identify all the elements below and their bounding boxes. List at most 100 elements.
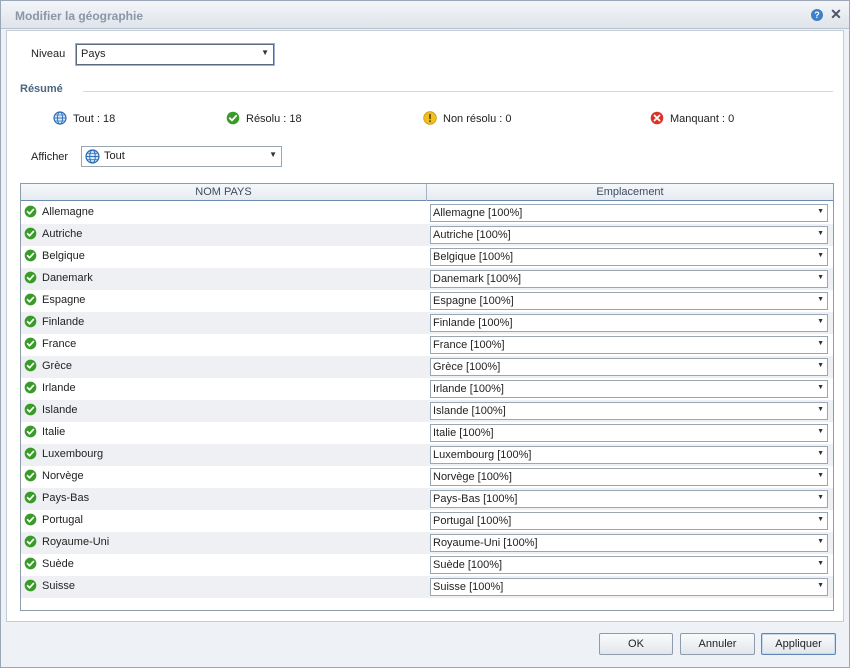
afficher-select[interactable]: Tout ▼ [81, 146, 282, 167]
check-icon [24, 469, 37, 482]
countries-grid: NOM PAYS Emplacement Allemagne Allemagne … [20, 183, 834, 611]
location-select[interactable]: Espagne [100%] ▼ [430, 292, 828, 310]
table-row[interactable]: Allemagne Allemagne [100%] ▼ [21, 202, 833, 224]
chevron-down-icon: ▼ [269, 150, 277, 159]
location-select[interactable]: Pays-Bas [100%] ▼ [430, 490, 828, 508]
globe-icon [85, 149, 100, 164]
table-row[interactable]: France France [100%] ▼ [21, 334, 833, 356]
check-icon [24, 359, 37, 372]
location-select[interactable]: Allemagne [100%] ▼ [430, 204, 828, 222]
globe-icon [53, 111, 67, 125]
table-row[interactable]: Islande Islande [100%] ▼ [21, 400, 833, 422]
check-icon [24, 249, 37, 262]
country-name: Italie [42, 426, 66, 438]
check-icon [24, 557, 37, 570]
niveau-label: Niveau [31, 48, 66, 60]
chevron-down-icon: ▼ [817, 450, 824, 457]
table-row[interactable]: Irlande Irlande [100%] ▼ [21, 378, 833, 400]
chevron-down-icon: ▼ [817, 318, 824, 325]
location-select[interactable]: Royaume-Uni [100%] ▼ [430, 534, 828, 552]
location-value: Royaume-Uni [100%] [433, 537, 538, 549]
cancel-button[interactable]: Annuler [680, 633, 755, 655]
table-row[interactable]: Danemark Danemark [100%] ▼ [21, 268, 833, 290]
table-row[interactable]: Finlande Finlande [100%] ▼ [21, 312, 833, 334]
table-row[interactable]: Luxembourg Luxembourg [100%] ▼ [21, 444, 833, 466]
location-value: Finlande [100%] [433, 317, 513, 329]
column-header-country-name[interactable]: NOM PAYS [21, 186, 426, 198]
country-name: Espagne [42, 294, 86, 306]
niveau-select[interactable]: Pays ▼ [76, 44, 274, 65]
close-icon[interactable]: ✕ [829, 6, 843, 22]
help-icon[interactable]: ? [811, 9, 823, 21]
summary-resolved: Résolu : 18 [226, 111, 346, 127]
table-row[interactable]: Grèce Grèce [100%] ▼ [21, 356, 833, 378]
location-select[interactable]: Autriche [100%] ▼ [430, 226, 828, 244]
column-header-location[interactable]: Emplacement [427, 186, 833, 198]
chevron-down-icon: ▼ [817, 230, 824, 237]
table-row[interactable]: Suède Suède [100%] ▼ [21, 554, 833, 576]
table-row[interactable]: Portugal Portugal [100%] ▼ [21, 510, 833, 532]
chevron-down-icon: ▼ [817, 406, 824, 413]
check-icon [24, 491, 37, 504]
check-icon [24, 315, 37, 328]
table-row[interactable]: Pays-Bas Pays-Bas [100%] ▼ [21, 488, 833, 510]
location-select[interactable]: Italie [100%] ▼ [430, 424, 828, 442]
summary-divider [83, 91, 833, 92]
location-select[interactable]: Grèce [100%] ▼ [430, 358, 828, 376]
location-select[interactable]: Belgique [100%] ▼ [430, 248, 828, 266]
error-icon [650, 111, 664, 125]
table-row[interactable]: Autriche Autriche [100%] ▼ [21, 224, 833, 246]
chevron-down-icon: ▼ [817, 296, 824, 303]
country-name: Royaume-Uni [42, 536, 110, 548]
location-select[interactable]: Irlande [100%] ▼ [430, 380, 828, 398]
afficher-value: Tout [104, 150, 125, 162]
chevron-down-icon: ▼ [817, 516, 824, 523]
country-name: France [42, 338, 77, 350]
location-value: Luxembourg [100%] [433, 449, 532, 461]
country-name: Portugal [42, 514, 83, 526]
table-row[interactable]: Espagne Espagne [100%] ▼ [21, 290, 833, 312]
table-row[interactable]: Royaume-Uni Royaume-Uni [100%] ▼ [21, 532, 833, 554]
dialog-title: Modifier la géographie [15, 9, 144, 23]
location-select[interactable]: Finlande [100%] ▼ [430, 314, 828, 332]
location-select[interactable]: France [100%] ▼ [430, 336, 828, 354]
location-select[interactable]: Luxembourg [100%] ▼ [430, 446, 828, 464]
check-icon [24, 425, 37, 438]
summary-all: Tout : 18 [53, 111, 173, 127]
country-name: Norvège [42, 470, 84, 482]
location-value: Norvège [100%] [433, 471, 512, 483]
location-select[interactable]: Danemark [100%] ▼ [430, 270, 828, 288]
check-icon [24, 337, 37, 350]
chevron-down-icon: ▼ [817, 384, 824, 391]
apply-button[interactable]: Appliquer [761, 633, 836, 655]
chevron-down-icon: ▼ [817, 340, 824, 347]
summary-unresolved-text: Non résolu : 0 [443, 113, 512, 125]
table-row[interactable]: Suisse Suisse [100%] ▼ [21, 576, 833, 598]
country-name: Allemagne [42, 206, 94, 218]
check-icon [24, 579, 37, 592]
location-value: Espagne [100%] [433, 295, 514, 307]
location-select[interactable]: Norvège [100%] ▼ [430, 468, 828, 486]
country-name: Autriche [42, 228, 83, 240]
location-select[interactable]: Islande [100%] ▼ [430, 402, 828, 420]
location-value: Irlande [100%] [433, 383, 504, 395]
table-row[interactable]: Norvège Norvège [100%] ▼ [21, 466, 833, 488]
chevron-down-icon: ▼ [817, 582, 824, 589]
check-icon [24, 205, 37, 218]
chevron-down-icon: ▼ [817, 252, 824, 259]
location-select[interactable]: Suisse [100%] ▼ [430, 578, 828, 596]
country-name: Danemark [42, 272, 93, 284]
check-icon [24, 535, 37, 548]
check-icon [24, 271, 37, 284]
location-value: France [100%] [433, 339, 505, 351]
ok-button[interactable]: OK [599, 633, 673, 655]
chevron-down-icon: ▼ [261, 48, 269, 57]
check-icon [24, 447, 37, 460]
location-select[interactable]: Suède [100%] ▼ [430, 556, 828, 574]
location-select[interactable]: Portugal [100%] ▼ [430, 512, 828, 530]
check-icon [24, 227, 37, 240]
country-name: Pays-Bas [42, 492, 90, 504]
table-row[interactable]: Italie Italie [100%] ▼ [21, 422, 833, 444]
check-icon [24, 293, 37, 306]
table-row[interactable]: Belgique Belgique [100%] ▼ [21, 246, 833, 268]
